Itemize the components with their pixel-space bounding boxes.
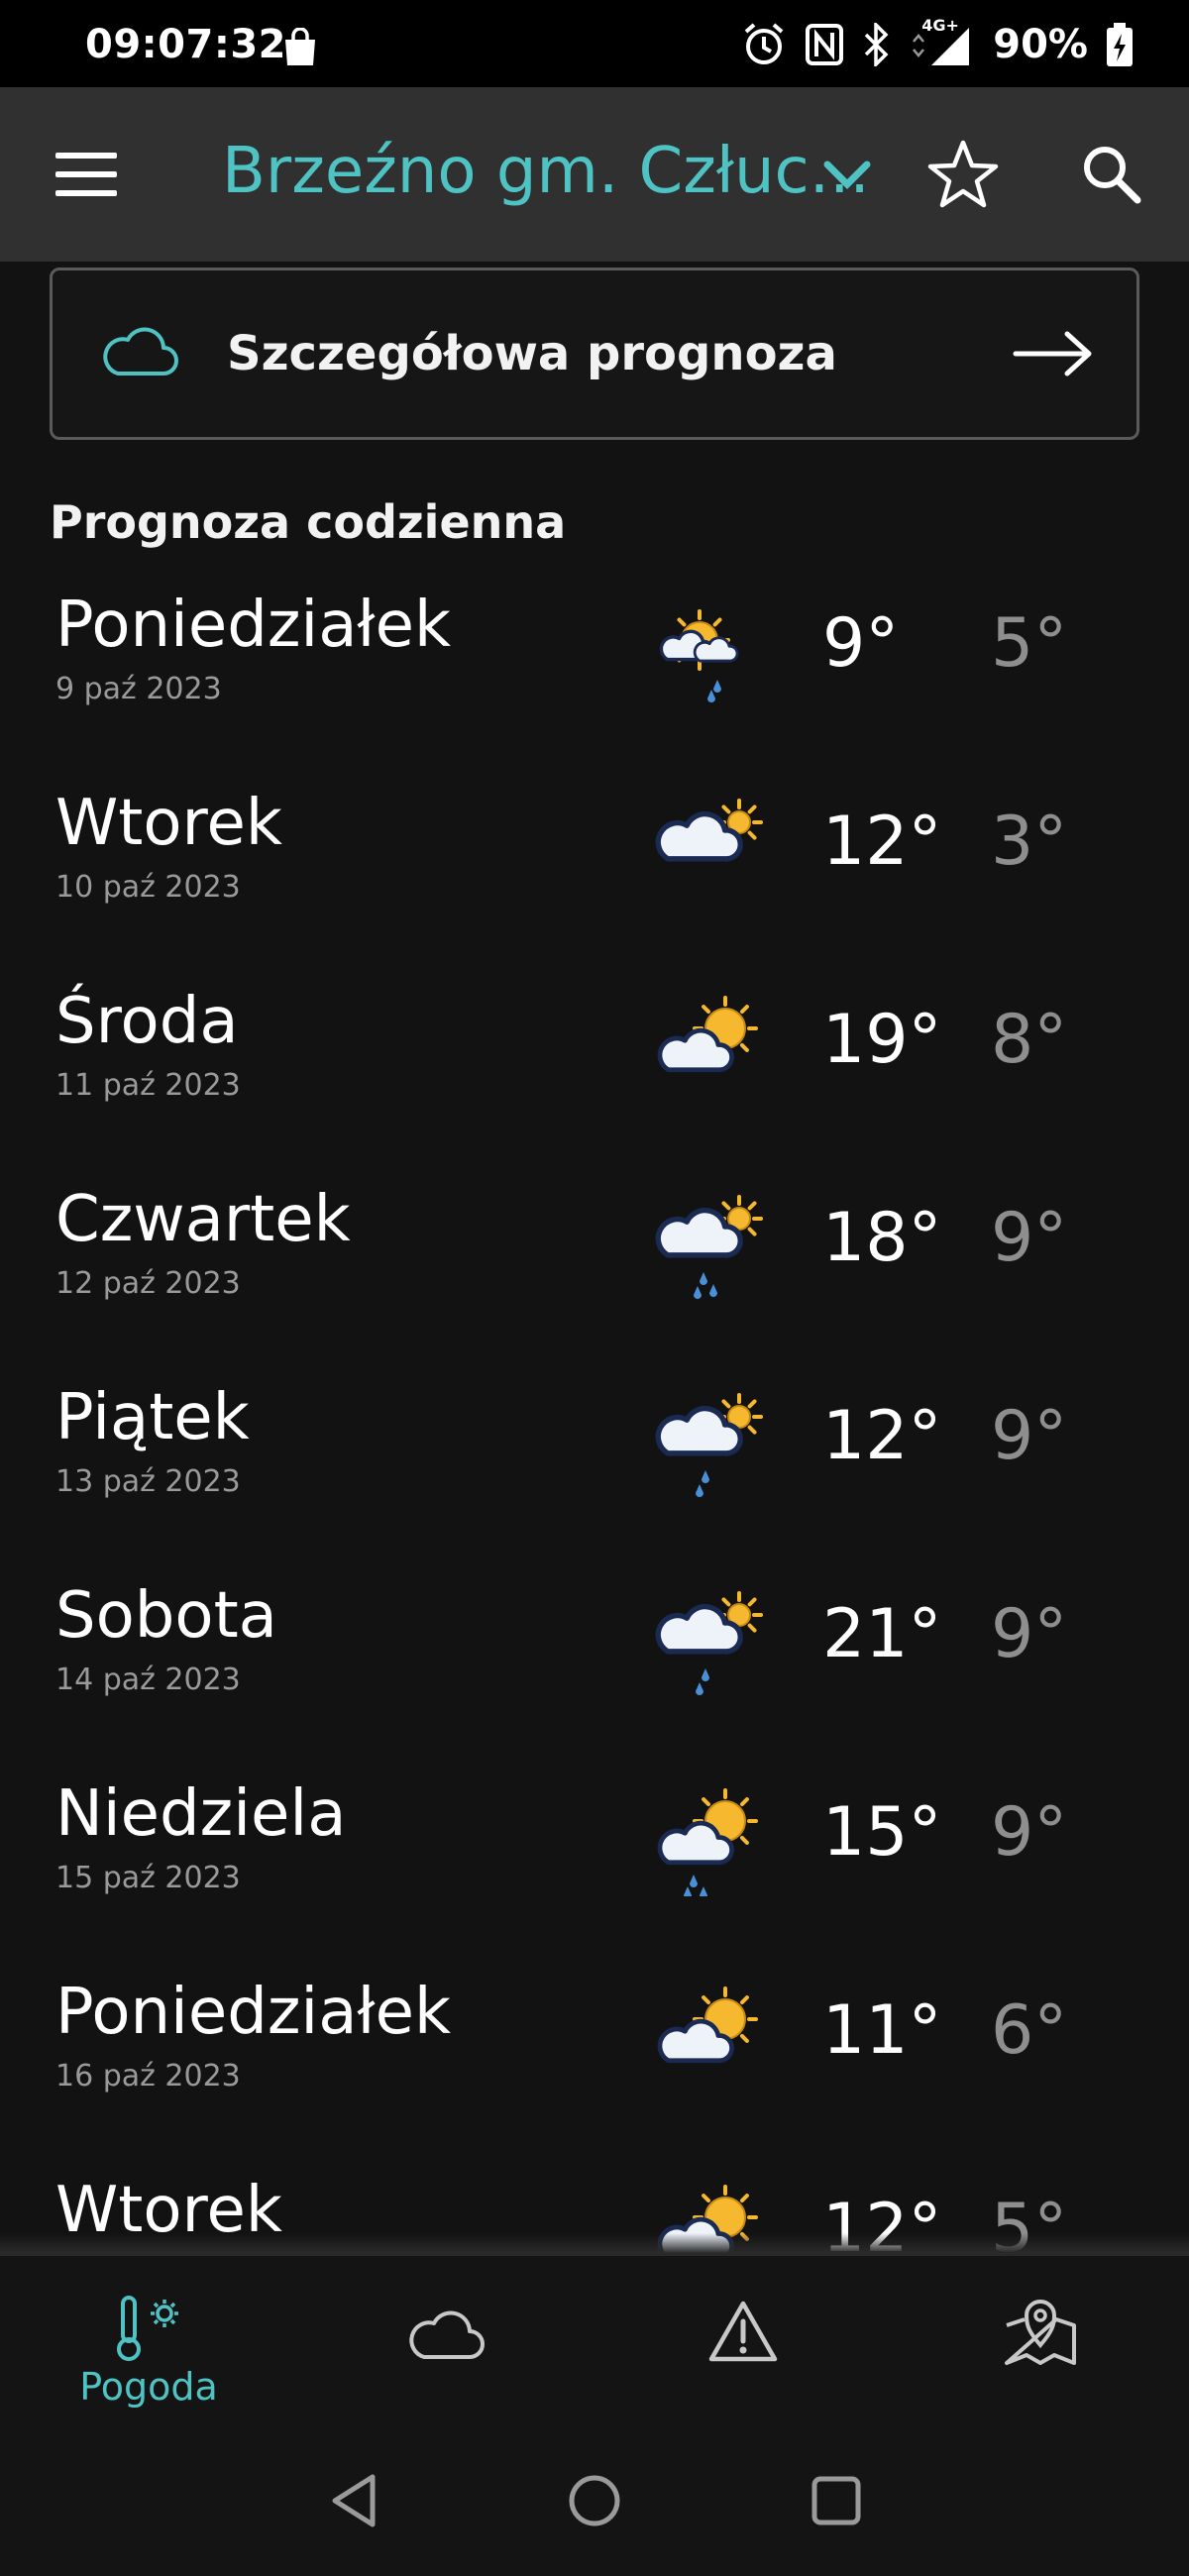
temp-low: 9° [991,1397,1068,1475]
nav-cloud[interactable] [297,2256,594,2434]
location-title[interactable]: Brzeźno gm. Człuc... [222,135,870,208]
bottom-navigation: Pogoda [0,2253,1189,2431]
weather-icon [654,1787,771,1899]
day-row[interactable]: Niedziela 15 paź 2023 15° 9° [0,1777,1189,1976]
detailed-forecast-label: Szczegółowa prognoza [227,326,837,381]
day-row[interactable]: Środa 11 paź 2023 19° 8° [0,985,1189,1183]
day-date: 16 paź 2023 [55,2059,241,2093]
day-date: 10 paź 2023 [55,870,241,905]
cloud-sun-icon [655,799,763,862]
temp-low: 8° [991,1001,1068,1079]
cloud-sun-light-rain-icon [655,1591,763,1695]
temp-high: 12° [822,1397,942,1475]
search-icon[interactable] [1080,143,1143,206]
menu-icon [55,153,117,159]
daily-forecast-title: Prognoza codzienna [50,495,567,549]
nav-weather[interactable]: Pogoda [0,2256,297,2434]
temp-high: 21° [822,1595,942,1673]
signal-icon [913,28,970,65]
day-row[interactable]: Wtorek 10 paź 2023 12° 3° [0,787,1189,985]
menu-icon-bar [55,190,117,196]
day-name: Piątek [55,1381,250,1454]
day-name: Poniedziałek [55,1976,452,2049]
alarm-icon [744,23,784,64]
detailed-forecast-button[interactable]: Szczegółowa prognoza [50,268,1139,440]
temp-low: 9° [991,1793,1068,1872]
weather-icon [654,1589,771,1698]
battery-charging-icon [1107,23,1133,66]
daily-forecast-list: Poniedziałek 9 paź 2023 9° 5° Wtorek 10 paź 2… [0,589,1189,2253]
weather-icon [654,1193,771,1302]
nav-map[interactable] [892,2256,1189,2434]
menu-button[interactable] [55,153,117,196]
day-name: Poniedziałek [55,589,452,662]
weather-icon [654,797,771,906]
day-name: Niedziela [55,1777,347,1851]
battery-percent: 90% [993,22,1088,67]
temp-low: 9° [991,1199,1068,1277]
day-date: 9 paź 2023 [55,672,222,706]
temp-high: 12° [822,803,942,881]
app-bar: Brzeźno gm. Człuc... [0,87,1189,262]
day-row[interactable]: Poniedziałek 9 paź 2023 9° 5° [0,589,1189,787]
weather-icon [654,1391,771,1500]
temp-high: 15° [822,1793,942,1872]
day-name: Wtorek [55,787,282,860]
temp-low: 5° [991,604,1068,683]
day-row[interactable]: Poniedziałek 16 paź 2023 11° 6° [0,1976,1189,2174]
day-date: 15 paź 2023 [55,1861,241,1895]
cloud-sun-light-rain-icon [655,1393,763,1497]
nav-weather-label: Pogoda [79,2365,218,2409]
status-bar: 09:07:32 4G+ 90% [0,0,1189,87]
weather-icon [654,995,771,1104]
temp-low: 9° [991,1595,1068,1673]
status-icons: 4G+ 90% [741,16,1134,67]
day-name: Czwartek [55,1183,351,1256]
system-navigation-bar [0,2431,1189,2576]
weather-icon [654,1986,771,2094]
day-row[interactable]: Piątek 13 paź 2023 12° 9° [0,1381,1189,1579]
day-date: 13 paź 2023 [55,1464,241,1499]
temp-low: 3° [991,803,1068,881]
nfc-icon [806,24,844,65]
arrow-right-icon [1013,331,1092,376]
recents-icon[interactable] [807,2471,866,2530]
cloud-icon [409,2310,485,2359]
temp-high: 11° [822,1991,942,2070]
forecast-content[interactable]: Szczegółowa prognoza Prognoza codzienna … [0,262,1189,2253]
cloud-icon [103,327,178,376]
weather-icon [654,598,771,707]
day-name: Środa [55,985,239,1058]
bluetooth-icon [865,23,889,66]
sun-behind-cloud-icon [657,996,758,1073]
temp-high: 9° [822,604,900,683]
favorite-star-icon[interactable] [927,139,999,210]
home-icon[interactable] [565,2471,624,2530]
day-date: 12 paź 2023 [55,1266,241,1301]
shopping-bag-icon [285,28,315,65]
status-time: 09:07:32 [85,22,286,67]
temp-high: 18° [822,1199,942,1277]
day-row[interactable]: Sobota 14 paź 2023 21° 9° [0,1579,1189,1777]
scroll-fade [0,2233,1189,2253]
chevron-down-icon[interactable] [822,159,872,190]
temp-high: 19° [822,1001,942,1079]
thermometer-sun-icon [117,2296,178,2361]
warning-icon [708,2301,778,2362]
day-date: 14 paź 2023 [55,1663,241,1697]
day-name: Sobota [55,1579,277,1653]
signal-indicator: 4G+ [910,16,975,67]
temp-low: 6° [991,1991,1068,2070]
map-pin-icon [1005,2300,1076,2365]
sun-behind-cloud-icon [657,1986,758,2064]
nav-alerts[interactable] [594,2256,892,2434]
menu-icon-bar [55,171,117,177]
day-row[interactable]: Czwartek 12 paź 2023 18° 9° [0,1183,1189,1381]
sun-cloud-rain-icon [659,609,739,702]
back-icon[interactable] [327,2471,386,2530]
day-date: 11 paź 2023 [55,1068,241,1103]
sun-behind-cloud-rain-icon [657,1788,758,1899]
cloud-sun-rain-icon [655,1195,763,1299]
